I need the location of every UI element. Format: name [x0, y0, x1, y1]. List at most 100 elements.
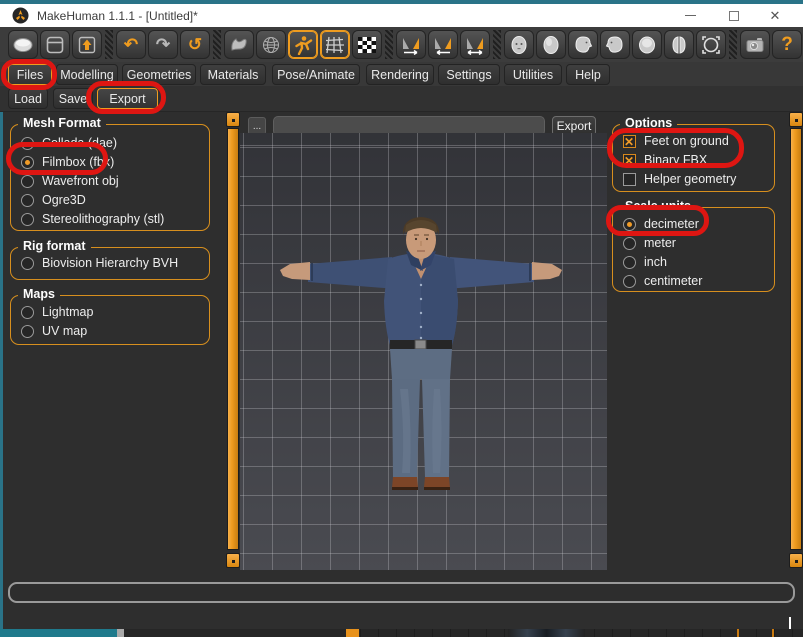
view-left-profile-icon	[604, 35, 626, 55]
tab-utilities[interactable]: Utilities	[504, 64, 562, 85]
tab-help[interactable]: Help	[566, 64, 610, 85]
tab-rendering[interactable]: Rendering	[366, 64, 434, 85]
radio-icon	[21, 194, 34, 207]
load-icon	[76, 35, 98, 55]
window-title: MakeHuman 1.1.1 - [Untitled]*	[37, 9, 198, 23]
view-back-icon	[540, 35, 562, 55]
tab-label: Geometries	[127, 68, 192, 82]
smooth-button[interactable]	[224, 30, 254, 59]
desktop-left-edge	[0, 27, 3, 637]
radio-icon	[623, 275, 636, 288]
radio-label: Ogre3D	[42, 193, 86, 207]
new-button[interactable]	[8, 30, 38, 59]
radio-label: Wavefront obj	[42, 174, 119, 188]
tab-label: Modelling	[60, 68, 114, 82]
radio-option-inch[interactable]: inch	[623, 254, 667, 270]
save-icon	[44, 35, 66, 55]
radio-icon	[623, 256, 636, 269]
slider-track[interactable]	[227, 128, 239, 550]
left-zoom-slider[interactable]	[227, 112, 239, 570]
subtab-load[interactable]: Load	[8, 88, 48, 109]
checkbox-helper-geometry[interactable]: Helper geometry	[623, 171, 736, 187]
group-title: Mesh Format	[18, 116, 106, 130]
radio-label: UV map	[42, 324, 87, 338]
viewport-3d[interactable]	[240, 133, 607, 570]
radio-option-ogre3d[interactable]: Ogre3D	[21, 192, 86, 208]
toolbar-separator	[729, 30, 737, 59]
group-title: Maps	[18, 287, 60, 301]
pose-mode-button[interactable]	[288, 30, 318, 59]
symmetry-left-button[interactable]	[428, 30, 458, 59]
close-button[interactable]: ✕	[755, 4, 795, 27]
slider-handle[interactable]	[226, 553, 240, 568]
desktop-teal-fragment	[0, 629, 117, 637]
group-title: Rig format	[18, 239, 91, 253]
redo-icon: ↷	[156, 36, 170, 53]
radio-label: Biovision Hierarchy BVH	[42, 256, 178, 270]
load-button[interactable]	[72, 30, 102, 59]
maximize-button[interactable]	[714, 4, 754, 27]
desktop-fragment	[508, 629, 585, 637]
tab-materials[interactable]: Materials	[200, 64, 266, 85]
slider-track[interactable]	[790, 128, 802, 550]
tab-label: Save	[59, 92, 88, 106]
smooth-icon	[228, 35, 250, 55]
toolbar-separator	[493, 30, 501, 59]
slider-handle[interactable]	[226, 112, 240, 127]
symmetry-both-icon	[464, 35, 486, 55]
view-top-button[interactable]	[632, 30, 662, 59]
desktop-fragment	[117, 629, 124, 637]
mesh-format-group: Mesh Format Collada (dae) Filmbox (fbx) …	[10, 124, 210, 231]
view-back-button[interactable]	[536, 30, 566, 59]
tab-label: Utilities	[513, 68, 553, 82]
text-cursor	[789, 617, 791, 629]
radio-icon	[21, 306, 34, 319]
reset-view-icon	[700, 35, 722, 55]
tab-settings[interactable]: Settings	[438, 64, 500, 85]
view-split-button[interactable]	[664, 30, 694, 59]
slider-handle[interactable]	[789, 553, 803, 568]
symmetry-both-button[interactable]	[460, 30, 490, 59]
tab-label: Materials	[208, 68, 259, 82]
background-toggle-button[interactable]	[352, 30, 382, 59]
right-zoom-slider[interactable]	[790, 112, 802, 570]
radio-option-uv-map[interactable]: UV map	[21, 323, 87, 339]
radio-option-meter[interactable]: meter	[623, 235, 676, 251]
toolbar-separator	[385, 30, 393, 59]
view-right-profile-button[interactable]	[568, 30, 598, 59]
titlebar[interactable]: MakeHuman 1.1.1 - [Untitled]* ✕	[0, 4, 803, 27]
reload-icon: ↺	[188, 36, 202, 53]
view-left-profile-button[interactable]	[600, 30, 630, 59]
pose-figure-icon	[292, 35, 314, 55]
slider-handle[interactable]	[789, 112, 803, 127]
desktop-fragment	[346, 629, 359, 637]
tab-label: Settings	[446, 68, 491, 82]
view-front-button[interactable]	[504, 30, 534, 59]
annotation-export-subtab	[86, 81, 166, 114]
symmetry-right-icon	[400, 35, 422, 55]
radio-label: meter	[644, 236, 676, 250]
grid-toggle-button[interactable]	[320, 30, 350, 59]
undo-button[interactable]: ↶	[116, 30, 146, 59]
reset-view-button[interactable]	[696, 30, 726, 59]
save-button[interactable]	[40, 30, 70, 59]
radio-option-wavefront[interactable]: Wavefront obj	[21, 173, 119, 189]
grab-screenshot-button[interactable]	[740, 30, 770, 59]
minimize-button[interactable]	[670, 4, 710, 27]
radio-option-lightmap[interactable]: Lightmap	[21, 304, 93, 320]
wireframe-button[interactable]	[256, 30, 286, 59]
tab-label: Rendering	[371, 68, 429, 82]
toolbar-separator	[105, 30, 113, 59]
camera-icon	[744, 35, 766, 55]
symmetry-right-button[interactable]	[396, 30, 426, 59]
help-button[interactable]: ?	[772, 30, 802, 59]
tab-label: Load	[14, 92, 42, 106]
tab-pose-animate[interactable]: Pose/Animate	[272, 64, 360, 85]
reload-button[interactable]: ↺	[180, 30, 210, 59]
radio-label: centimeter	[644, 274, 702, 288]
maps-group: Maps Lightmap UV map	[10, 295, 210, 345]
redo-button[interactable]: ↷	[148, 30, 178, 59]
radio-option-stereolithography[interactable]: Stereolithography (stl)	[21, 211, 164, 227]
radio-option-centimeter[interactable]: centimeter	[623, 273, 702, 289]
radio-option-bvh[interactable]: Biovision Hierarchy BVH	[21, 255, 178, 271]
